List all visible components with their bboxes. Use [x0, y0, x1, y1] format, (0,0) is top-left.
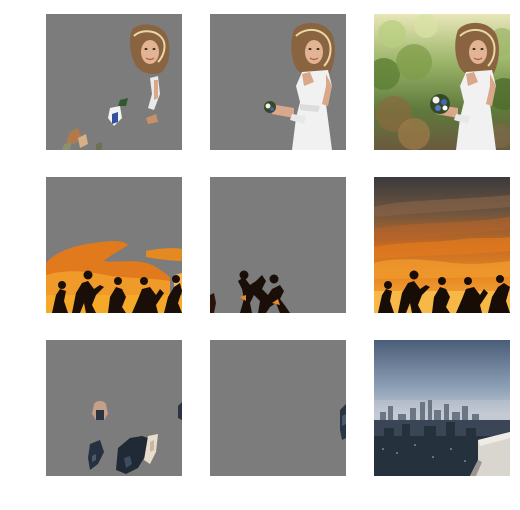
dancers-partial-mask-image	[46, 177, 182, 313]
dancers-object-mask-image	[210, 177, 346, 313]
woman-partial-mask-image	[46, 14, 182, 150]
row2-original-photo-panel	[374, 177, 510, 313]
image-grid	[0, 0, 520, 510]
woman-original-photo	[374, 14, 510, 150]
row3-partial-mask-panel	[46, 340, 182, 476]
row2-partial-mask-panel	[46, 177, 182, 313]
row1-object-mask-panel	[210, 14, 346, 150]
row3-original-photo-panel	[374, 340, 510, 476]
dancers-original-photo	[374, 177, 510, 313]
city-original-photo	[374, 340, 510, 476]
row2-object-mask-panel	[210, 177, 346, 313]
row1-original-photo-panel	[374, 14, 510, 150]
woman-object-mask-image	[210, 14, 346, 150]
row1-partial-mask-panel	[46, 14, 182, 150]
city-object-mask-image	[210, 340, 346, 476]
city-partial-mask-image	[46, 340, 182, 476]
row3-object-mask-panel	[210, 340, 346, 476]
